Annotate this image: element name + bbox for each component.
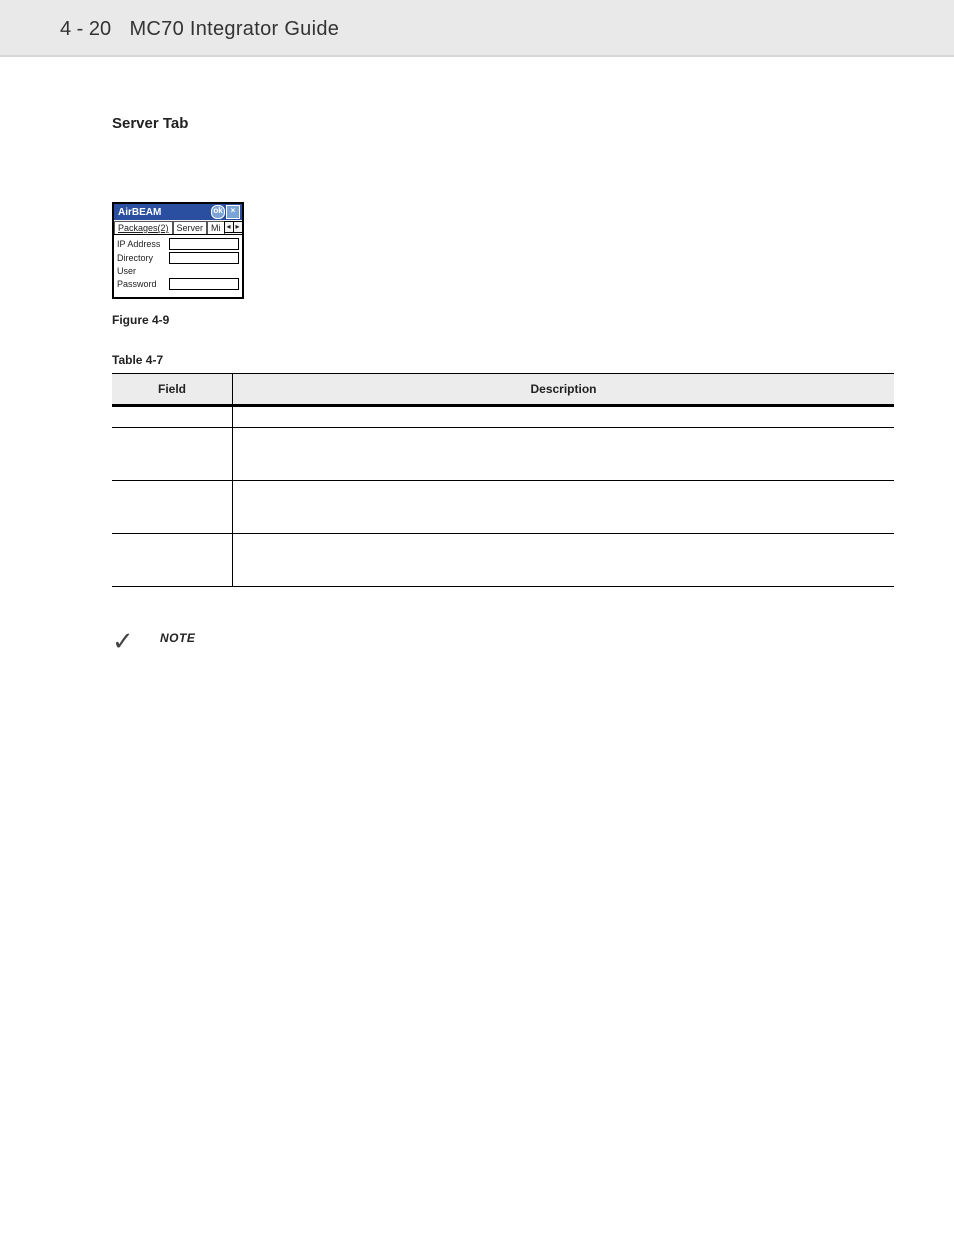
- input-password[interactable]: [169, 278, 239, 290]
- page-header: 4 - 20 MC70 Integrator Guide: [0, 0, 954, 57]
- row-password: Password: [114, 277, 242, 291]
- close-button[interactable]: ×: [226, 205, 240, 219]
- th-description: Description: [233, 374, 895, 406]
- input-ip-address[interactable]: [169, 238, 239, 250]
- cell-description: [233, 428, 895, 481]
- th-field: Field: [112, 374, 233, 406]
- doc-title: MC70 Integrator Guide: [129, 18, 339, 40]
- cell-description: [233, 406, 895, 428]
- tab-packages[interactable]: Packages(2): [114, 221, 173, 234]
- tab-mi[interactable]: Mi: [207, 221, 225, 234]
- note-label: NOTE: [160, 631, 195, 645]
- tab-scroll-right-icon[interactable]: ▸: [233, 221, 243, 233]
- page-content: Server Tab AirBEAM ok × Packages(2) Serv…: [0, 57, 954, 711]
- cell-description: [233, 534, 895, 587]
- tab-row: Packages(2) Server Mi ◂ ▸: [114, 220, 242, 235]
- airbeam-window: AirBEAM ok × Packages(2) Server Mi ◂ ▸ I…: [112, 202, 244, 299]
- row-ip-address: IP Address: [114, 237, 242, 251]
- table-row: [112, 428, 894, 481]
- input-directory[interactable]: [169, 252, 239, 264]
- tab-server[interactable]: Server: [173, 221, 208, 234]
- table-row: [112, 481, 894, 534]
- cell-field: [112, 428, 233, 481]
- ok-button[interactable]: ok: [211, 205, 225, 219]
- field-description-table: Field Description: [112, 373, 894, 587]
- row-user: User: [114, 265, 242, 277]
- cell-description: [233, 481, 895, 534]
- cell-field: [112, 481, 233, 534]
- figure-caption: Figure 4-9: [112, 313, 894, 327]
- section-heading: Server Tab: [112, 115, 894, 132]
- window-body: IP Address Directory User Password: [114, 235, 242, 297]
- table-row: [112, 406, 894, 428]
- window-titlebar: AirBEAM ok ×: [114, 204, 242, 220]
- cell-field: [112, 534, 233, 587]
- label-directory: Directory: [117, 253, 169, 263]
- note-block: ✓ NOTE: [112, 631, 894, 651]
- cell-field: [112, 406, 233, 428]
- checkmark-icon: ✓: [112, 631, 160, 651]
- page-number: 4 - 20: [60, 18, 125, 41]
- table-row: [112, 534, 894, 587]
- label-user: User: [117, 266, 169, 276]
- label-password: Password: [117, 279, 169, 289]
- table-caption: Table 4-7: [112, 353, 894, 367]
- label-ip-address: IP Address: [117, 239, 169, 249]
- row-directory: Directory: [114, 251, 242, 265]
- window-title: AirBEAM: [116, 207, 161, 218]
